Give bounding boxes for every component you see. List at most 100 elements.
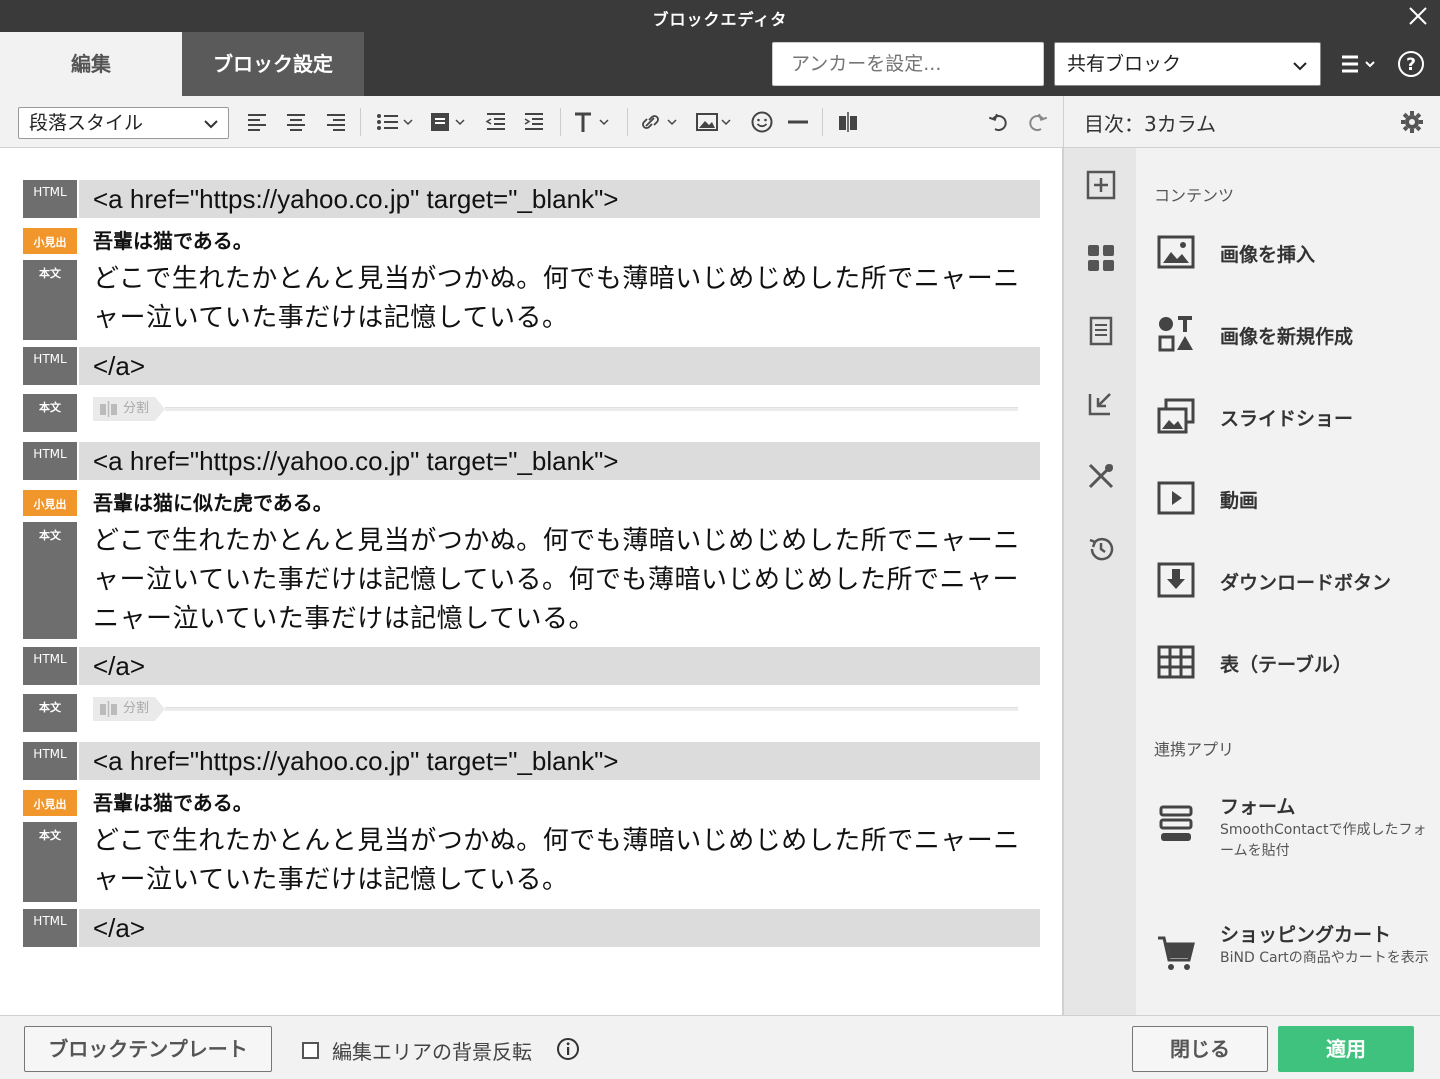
subheading-block[interactable]: 小見出 吾輩は猫である。 — [23, 228, 1040, 254]
gear-icon[interactable] — [1400, 110, 1424, 138]
right-panel-header: 目次：3カラム — [1063, 96, 1440, 148]
section-apps-title: 連携アプリ — [1154, 740, 1235, 759]
add-block-icon[interactable] — [1086, 170, 1116, 200]
link-icon[interactable] — [640, 108, 684, 136]
help-icon[interactable]: ? — [1397, 50, 1425, 78]
html-block[interactable]: HTML <a href="https://yahoo.co.jp" targe… — [23, 742, 1040, 780]
split-icon — [99, 701, 119, 721]
content-panel: コンテンツ 画像を挿入 画像を新規作成 スライドショー 動画 ダウンロードボタン… — [1136, 148, 1440, 1015]
html-tag: HTML — [23, 742, 77, 780]
form-app-item[interactable]: フォーム SmoothContactで作成したフォームを貼付 — [1154, 788, 1434, 868]
text-format-icon[interactable] — [572, 108, 616, 136]
subheading-block[interactable]: 小見出 吾輩は猫である。 — [23, 790, 1040, 816]
html-block[interactable]: HTML </a> — [23, 347, 1040, 385]
invert-background-label[interactable]: 編集エリアの背景反転 — [332, 1036, 532, 1065]
grid-blocks-icon[interactable] — [1086, 243, 1116, 273]
html-tag: HTML — [23, 347, 77, 385]
tools-icon[interactable] — [1086, 461, 1116, 491]
body-text[interactable]: どこで生れたかとんと見当がつかぬ。何でも薄暗いじめじめした所でニャーニャー泣いて… — [93, 522, 1030, 639]
toolbar-divider — [822, 108, 823, 136]
split-block[interactable]: 本文 分割 — [23, 694, 1040, 732]
subheading-tag: 小見出 — [23, 490, 77, 516]
redo-icon[interactable] — [1024, 108, 1052, 136]
split-rule — [165, 407, 1018, 411]
body-text[interactable]: どこで生れたかとんと見当がつかぬ。何でも薄暗いじめじめした所でニャーニャー泣いて… — [93, 822, 1030, 900]
html-code-line[interactable]: </a> — [79, 909, 1040, 947]
menu-button[interactable] — [1338, 50, 1382, 78]
split-chip: 分割 — [93, 697, 165, 721]
html-block[interactable]: HTML </a> — [23, 909, 1040, 947]
video-item[interactable]: 動画 — [1154, 478, 1434, 518]
html-code-line[interactable]: <a href="https://yahoo.co.jp" target="_b… — [79, 742, 1040, 780]
horizontal-rule-icon[interactable] — [784, 108, 812, 136]
body-block[interactable]: 本文 どこで生れたかとんと見当がつかぬ。何でも薄暗いじめじめした所でニャーニャー… — [23, 822, 1040, 902]
shopping-cart-app-item[interactable]: ショッピングカート BiND Cartの商品やカートを表示 — [1154, 916, 1434, 996]
undo-icon[interactable] — [984, 108, 1012, 136]
toolbar-divider — [627, 108, 628, 136]
insert-image-item[interactable]: 画像を挿入 — [1154, 232, 1434, 272]
download-button-item[interactable]: ダウンロードボタン — [1154, 560, 1434, 600]
cart-icon — [1156, 934, 1196, 974]
shapes-icon — [1156, 314, 1196, 354]
svg-text:?: ? — [1406, 55, 1416, 75]
title-bar: ブロックエディタ — [0, 0, 1440, 32]
indent-icon[interactable] — [520, 108, 548, 136]
subheading-text[interactable]: 吾輩は猫である。 — [93, 790, 253, 816]
close-icon[interactable] — [1406, 4, 1430, 28]
body-text[interactable]: どこで生れたかとんと見当がつかぬ。何でも薄暗いじめじめした所でニャーニャー泣いて… — [93, 260, 1030, 338]
subheading-tag: 小見出 — [23, 228, 77, 254]
shared-block-value: 共有ブロック — [1067, 53, 1182, 75]
html-tag: HTML — [23, 442, 77, 480]
close-button[interactable]: 閉じる — [1132, 1026, 1268, 1072]
shared-block-select[interactable]: 共有ブロック — [1054, 42, 1321, 86]
slideshow-item[interactable]: スライドショー — [1154, 396, 1434, 436]
create-image-item[interactable]: 画像を新規作成 — [1154, 314, 1434, 354]
subheading-block[interactable]: 小見出 吾輩は猫に似た虎である。 — [23, 490, 1040, 516]
page-icon[interactable] — [1086, 316, 1116, 346]
html-block[interactable]: HTML <a href="https://yahoo.co.jp" targe… — [23, 442, 1040, 480]
body-block[interactable]: 本文 どこで生れたかとんと見当がつかぬ。何でも薄暗いじめじめした所でニャーニャー… — [23, 522, 1040, 639]
html-code-line[interactable]: <a href="https://yahoo.co.jp" target="_b… — [79, 442, 1040, 480]
anchor-input[interactable] — [772, 42, 1044, 86]
tab-block-settings[interactable]: ブロック設定 — [182, 32, 364, 96]
outdent-icon[interactable] — [482, 108, 510, 136]
split-icon — [99, 401, 119, 421]
split-block[interactable]: 本文 分割 — [23, 394, 1040, 432]
info-icon[interactable] — [556, 1037, 580, 1065]
align-left-icon[interactable] — [243, 108, 271, 136]
align-right-icon[interactable] — [322, 108, 350, 136]
html-tag: HTML — [23, 180, 77, 218]
download-icon — [1156, 560, 1196, 600]
body-block[interactable]: 本文 どこで生れたかとんと見当がつかぬ。何でも薄暗いじめじめした所でニャーニャー… — [23, 260, 1040, 340]
image-insert-icon[interactable] — [694, 108, 738, 136]
block-format-icon[interactable] — [428, 108, 472, 136]
split-separator: 分割 — [93, 397, 1018, 421]
right-panel-rail — [1063, 148, 1136, 1015]
align-center-icon[interactable] — [282, 108, 310, 136]
html-block[interactable]: HTML <a href="https://yahoo.co.jp" targe… — [23, 180, 1040, 218]
table-item[interactable]: 表（テーブル） — [1154, 642, 1434, 682]
editor-area[interactable]: HTML <a href="https://yahoo.co.jp" targe… — [0, 148, 1063, 1015]
html-code-line[interactable]: </a> — [79, 647, 1040, 685]
item-label: ダウンロードボタン — [1220, 572, 1392, 594]
emoji-icon[interactable] — [748, 108, 776, 136]
form-icon — [1156, 804, 1196, 844]
tab-edit[interactable]: 編集 — [0, 32, 182, 96]
split-column-icon[interactable] — [834, 108, 862, 136]
import-icon[interactable] — [1086, 388, 1116, 418]
subheading-text[interactable]: 吾輩は猫に似た虎である。 — [93, 490, 333, 516]
split-separator: 分割 — [93, 697, 1018, 721]
block-template-button[interactable]: ブロックテンプレート — [24, 1026, 272, 1072]
apply-button[interactable]: 適用 — [1278, 1026, 1414, 1072]
item-label: 表（テーブル） — [1220, 654, 1352, 676]
bullet-list-icon[interactable] — [374, 108, 418, 136]
html-code-line[interactable]: </a> — [79, 347, 1040, 385]
invert-background-checkbox[interactable] — [302, 1042, 319, 1059]
html-code-line[interactable]: <a href="https://yahoo.co.jp" target="_b… — [79, 180, 1040, 218]
table-icon — [1156, 642, 1196, 682]
split-label: 分割 — [123, 701, 150, 716]
html-block[interactable]: HTML </a> — [23, 647, 1040, 685]
paragraph-style-select[interactable]: 段落スタイル — [18, 107, 229, 139]
history-icon[interactable] — [1086, 534, 1116, 564]
subheading-text[interactable]: 吾輩は猫である。 — [93, 228, 253, 254]
